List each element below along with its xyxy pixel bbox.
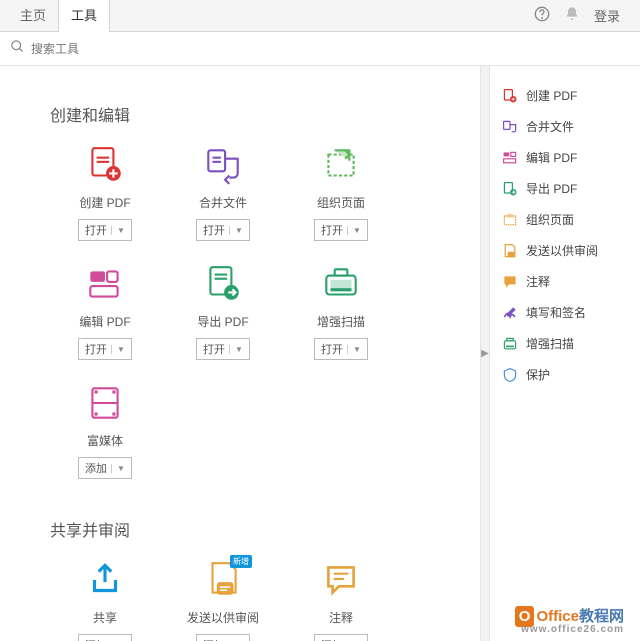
tool-add-button[interactable]: 添加▼ <box>78 457 132 479</box>
sidebar-item-label: 创建 PDF <box>526 87 577 104</box>
chevron-down-icon: ▼ <box>111 226 125 235</box>
section-title-create-edit: 创建和编辑 <box>50 102 460 126</box>
sidebar-item-label: 组织页面 <box>526 211 574 228</box>
tool-organize[interactable]: 组织页面 打开▼ <box>282 144 400 241</box>
tool-combine[interactable]: 合并文件 打开▼ <box>164 144 282 241</box>
search-bar <box>0 32 640 66</box>
sidebar: 创建 PDF 合并文件编辑 PDF 导出 PDF 组织页面发送以供审阅注释填写和签名增… <box>490 66 640 641</box>
combine-icon <box>502 119 518 135</box>
tool-send-review[interactable]: 新增 发送以供审阅 添加▼ <box>164 559 282 641</box>
sidebar-item[interactable]: 保护 <box>498 359 632 390</box>
sidebar-item[interactable]: 注释 <box>498 266 632 297</box>
search-icon <box>10 39 25 59</box>
chevron-down-icon: ▼ <box>347 345 361 354</box>
top-bar: 主页 工具 登录 <box>0 0 640 32</box>
send-review-icon: 新增 <box>202 559 244 601</box>
sidebar-item-label: 发送以供审阅 <box>526 242 598 259</box>
sidebar-item[interactable]: 编辑 PDF <box>498 142 632 173</box>
tab-home[interactable]: 主页 <box>8 0 58 32</box>
tool-open-button[interactable]: 打开▼ <box>314 338 368 360</box>
comment-icon <box>320 559 362 601</box>
sidebar-item-label: 注释 <box>526 273 550 290</box>
chevron-down-icon: ▼ <box>229 345 243 354</box>
tool-export-pdf[interactable]: 导出 PDF 打开▼ <box>164 263 282 360</box>
create-pdf-icon <box>502 88 518 104</box>
tool-label: 富媒体 <box>87 432 123 449</box>
export-pdf-icon <box>502 181 518 197</box>
tool-label: 共享 <box>93 609 117 626</box>
sidebar-item[interactable]: 合并文件 <box>498 111 632 142</box>
new-badge: 新增 <box>230 555 252 568</box>
combine-icon <box>202 144 244 186</box>
sidebar-item[interactable]: 创建 PDF <box>498 80 632 111</box>
sidebar-item-label: 编辑 PDF <box>526 149 577 166</box>
tool-open-button[interactable]: 打开▼ <box>78 338 132 360</box>
sidebar-item[interactable]: 发送以供审阅 <box>498 235 632 266</box>
enhance-scan-icon <box>320 263 362 305</box>
organize-icon <box>502 212 518 228</box>
chevron-right-icon: ▶ <box>481 348 489 359</box>
tool-add-button[interactable]: 添加▼ <box>314 634 368 641</box>
tool-enhance-scan[interactable]: 增强扫描 打开▼ <box>282 263 400 360</box>
export-pdf-icon <box>202 263 244 305</box>
tool-label: 创建 PDF <box>79 194 130 211</box>
search-input[interactable] <box>31 42 630 56</box>
tool-label: 发送以供审阅 <box>187 609 259 626</box>
sidebar-item-label: 导出 PDF <box>526 180 577 197</box>
fill-sign-icon <box>502 305 518 321</box>
comment-icon <box>502 274 518 290</box>
main-panel: 创建和编辑 创建 PDF 打开▼ 合并文件 打开▼ 组织页面 <box>0 66 480 641</box>
sidebar-item-label: 保护 <box>526 366 550 383</box>
send-review-icon <box>502 243 518 259</box>
tool-add-button[interactable]: 添加▼ <box>196 634 250 641</box>
section-title-share-review: 共享并审阅 <box>50 517 460 541</box>
tool-open-button[interactable]: 打开▼ <box>314 219 368 241</box>
tool-share[interactable]: 共享 添加▼ <box>46 559 164 641</box>
tool-label: 注释 <box>329 609 353 626</box>
protect-icon <box>502 367 518 383</box>
tool-label: 增强扫描 <box>317 313 365 330</box>
edit-pdf-icon <box>84 263 126 305</box>
tool-label: 组织页面 <box>317 194 365 211</box>
organize-icon <box>320 144 362 186</box>
sidebar-item[interactable]: 导出 PDF <box>498 173 632 204</box>
tool-open-button[interactable]: 打开▼ <box>196 338 250 360</box>
sidebar-item-label: 填写和签名 <box>526 304 586 321</box>
bell-icon[interactable] <box>564 6 580 25</box>
sidebar-item[interactable]: 组织页面 <box>498 204 632 235</box>
tool-rich-media[interactable]: 富媒体 添加▼ <box>46 382 164 479</box>
watermark: OOffice教程网 www.office26.com <box>515 605 624 635</box>
rich-media-icon <box>84 382 126 424</box>
create-pdf-icon <box>84 144 126 186</box>
tool-comment[interactable]: 注释 添加▼ <box>282 559 400 641</box>
sidebar-item-label: 增强扫描 <box>526 335 574 352</box>
panel-divider[interactable]: ▶ <box>480 66 490 641</box>
tool-add-button[interactable]: 添加▼ <box>78 634 132 641</box>
login-link[interactable]: 登录 <box>594 6 620 25</box>
tool-label: 编辑 PDF <box>79 313 130 330</box>
share-icon <box>84 559 126 601</box>
tool-create-pdf[interactable]: 创建 PDF 打开▼ <box>46 144 164 241</box>
tool-label: 导出 PDF <box>197 313 248 330</box>
enhance-scan-icon <box>502 336 518 352</box>
help-icon[interactable] <box>534 6 550 25</box>
tool-edit-pdf[interactable]: 编辑 PDF 打开▼ <box>46 263 164 360</box>
sidebar-item[interactable]: 填写和签名 <box>498 297 632 328</box>
sidebar-item-label: 合并文件 <box>526 118 574 135</box>
tool-open-button[interactable]: 打开▼ <box>78 219 132 241</box>
tool-label: 合并文件 <box>199 194 247 211</box>
chevron-down-icon: ▼ <box>347 226 361 235</box>
edit-pdf-icon <box>502 150 518 166</box>
chevron-down-icon: ▼ <box>111 345 125 354</box>
chevron-down-icon: ▼ <box>229 226 243 235</box>
tool-open-button[interactable]: 打开▼ <box>196 219 250 241</box>
tab-tools[interactable]: 工具 <box>58 0 110 32</box>
sidebar-item[interactable]: 增强扫描 <box>498 328 632 359</box>
chevron-down-icon: ▼ <box>111 464 125 473</box>
